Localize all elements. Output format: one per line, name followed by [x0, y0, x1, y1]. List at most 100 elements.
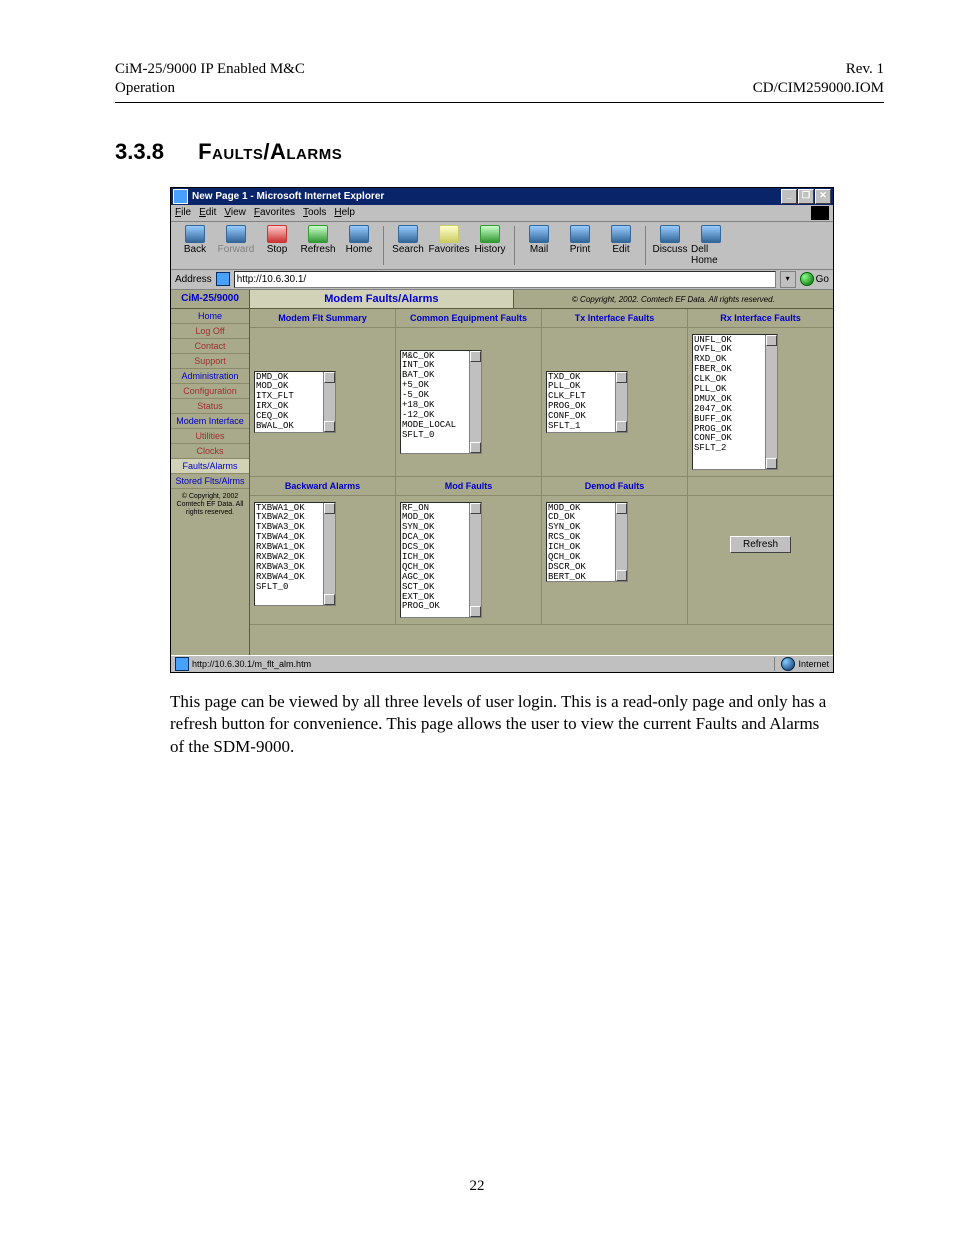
sidebar-item-configuration[interactable]: Configuration	[171, 384, 249, 399]
toolbar-stop[interactable]: Stop	[257, 224, 297, 267]
rx-interface-faults-list[interactable]: UNFL_OKOVFL_OKRXD_OKFBER_OKCLK_OKPLL_OKD…	[692, 334, 778, 470]
toolbar-label: Back	[184, 244, 206, 255]
toolbar-print[interactable]: Print	[560, 224, 600, 267]
sidebar-item-faults-alarms[interactable]: Faults/Alarms	[171, 459, 249, 474]
menu-file[interactable]: File	[175, 207, 191, 218]
history-icon	[480, 225, 500, 243]
toolbar-search[interactable]: Search	[388, 224, 428, 267]
toolbar-separator	[383, 226, 384, 265]
backward-alarms-list[interactable]: TXBWA1_OKTXBWA2_OKTXBWA3_OKTXBWA4_OKRXBW…	[254, 502, 336, 606]
column-header: Mod Faults	[396, 477, 542, 496]
scrollbar[interactable]	[469, 351, 481, 453]
ms-flag-icon	[811, 206, 829, 220]
menu-view[interactable]: View	[224, 207, 246, 218]
scrollbar[interactable]	[615, 503, 627, 581]
sidebar-item-log-off[interactable]: Log Off	[171, 324, 249, 339]
window-title: New Page 1 - Microsoft Internet Explorer	[192, 191, 384, 202]
go-icon	[800, 272, 814, 286]
menu-edit[interactable]: Edit	[199, 207, 216, 218]
header-docid: CD/CIM259000.IOM	[753, 79, 884, 98]
sidebar-item-utilities[interactable]: Utilities	[171, 429, 249, 444]
column-header: Rx Interface Faults	[688, 309, 833, 328]
column-header: Tx Interface Faults	[542, 309, 688, 328]
toolbar-favorites[interactable]: Favorites	[429, 224, 469, 267]
toolbar-edit[interactable]: Edit	[601, 224, 641, 267]
forward-icon	[226, 225, 246, 243]
menu-tools[interactable]: Tools	[303, 207, 326, 218]
body-paragraph: This page can be viewed by all three lev…	[170, 691, 829, 760]
sidebar: HomeLog OffContactSupportAdministrationC…	[171, 309, 250, 655]
toolbar-separator	[514, 226, 515, 265]
tx-interface-faults-list[interactable]: TXD_OKPLL_OKCLK_FLTPROG_OKCONF_OKSFLT_1	[546, 371, 628, 433]
column-header: Modem Flt Summary	[250, 309, 396, 328]
sidebar-item-clocks[interactable]: Clocks	[171, 444, 249, 459]
minimize-button[interactable]: _	[781, 189, 797, 204]
toolbar-discuss[interactable]: Discuss	[650, 224, 690, 267]
toolbar-label: Search	[392, 244, 424, 255]
scrollbar[interactable]	[615, 372, 627, 432]
internet-zone-icon	[781, 657, 795, 671]
sidebar-item-modem-interface[interactable]: Modem Interface	[171, 414, 249, 429]
scrollbar[interactable]	[323, 372, 335, 432]
mail-icon	[529, 225, 549, 243]
modem-flt-summary-list[interactable]: DMD_OKMOD_OKITX_FLTIRX_OKCEQ_OKBWAL_OK	[254, 371, 336, 433]
window-titlebar: New Page 1 - Microsoft Internet Explorer…	[171, 188, 833, 205]
sidebar-item-support[interactable]: Support	[171, 354, 249, 369]
header-section: Operation	[115, 79, 305, 98]
column-header	[688, 477, 833, 496]
toolbar-label: Print	[570, 244, 591, 255]
sidebar-copyright: © Copyright, 2002 Comtech EF Data. All r…	[171, 489, 249, 522]
address-bar: Address http://10.6.30.1/ ▾ Go	[171, 270, 833, 290]
column-header: Demod Faults	[542, 477, 688, 496]
menu-bar: File Edit View Favorites Tools Help	[171, 205, 833, 222]
address-label: Address	[175, 274, 212, 285]
print-icon	[570, 225, 590, 243]
sidebar-item-stored-flts-alrms[interactable]: Stored Flts/Alrms	[171, 474, 249, 489]
dell home-icon	[701, 225, 721, 243]
demod-faults-list[interactable]: MOD_OKCD_OKSYN_OKRCS_OKICH_OKQCH_OKDSCR_…	[546, 502, 628, 582]
toolbar-refresh[interactable]: Refresh	[298, 224, 338, 267]
toolbar-mail[interactable]: Mail	[519, 224, 559, 267]
favorites-icon	[439, 225, 459, 243]
menu-help[interactable]: Help	[334, 207, 355, 218]
mod-faults-list[interactable]: RF_ONMOD_OKSYN_OKDCA_OKDCS_OKICH_OKQCH_O…	[400, 502, 482, 618]
toolbar-label: History	[474, 244, 505, 255]
page-content: CiM-25/9000 Modem Faults/Alarms © Copyri…	[171, 290, 833, 655]
toolbar-forward: Forward	[216, 224, 256, 267]
scrollbar[interactable]	[469, 503, 481, 617]
scrollbar[interactable]	[323, 503, 335, 605]
header-product: CiM-25/9000 IP Enabled M&C	[115, 60, 305, 79]
refresh-button[interactable]: Refresh	[730, 536, 791, 553]
go-button[interactable]: Go	[800, 272, 829, 286]
toolbar-history[interactable]: History	[470, 224, 510, 267]
discuss-icon	[660, 225, 680, 243]
status-text: http://10.6.30.1/m_flt_alm.htm	[192, 659, 311, 669]
menu-favorites[interactable]: Favorites	[254, 207, 295, 218]
close-button[interactable]: ✕	[815, 189, 831, 204]
section-heading: 3.3.8 Faults/Alarms	[115, 139, 884, 165]
scrollbar[interactable]	[765, 335, 777, 469]
page-number: 22	[0, 1178, 954, 1195]
toolbar-label: Favorites	[428, 244, 469, 255]
common-eq-faults-list[interactable]: M&C_OKINT_OKBAT_OK+5_OK-5_OK+18_OK-12_OK…	[400, 350, 482, 454]
back-icon	[185, 225, 205, 243]
toolbar-back[interactable]: Back	[175, 224, 215, 267]
product-label[interactable]: CiM-25/9000	[171, 290, 250, 308]
address-dropdown[interactable]: ▾	[780, 271, 796, 288]
toolbar-label: Forward	[218, 244, 255, 255]
toolbar-home[interactable]: Home	[339, 224, 379, 267]
sidebar-item-status[interactable]: Status	[171, 399, 249, 414]
maximize-button[interactable]: ❐	[798, 189, 814, 204]
sidebar-item-administration[interactable]: Administration	[171, 369, 249, 384]
toolbar-label: Discuss	[652, 244, 687, 255]
header-rule	[115, 102, 884, 103]
edit-icon	[611, 225, 631, 243]
toolbar-dell-home[interactable]: Dell Home	[691, 224, 731, 267]
toolbar-label: Stop	[267, 244, 288, 255]
search-icon	[398, 225, 418, 243]
list-item[interactable]: SFLT_2	[694, 444, 776, 454]
toolbar-label: Dell Home	[691, 244, 731, 266]
sidebar-item-home[interactable]: Home	[171, 309, 249, 324]
sidebar-item-contact[interactable]: Contact	[171, 339, 249, 354]
address-input[interactable]: http://10.6.30.1/	[234, 271, 776, 288]
